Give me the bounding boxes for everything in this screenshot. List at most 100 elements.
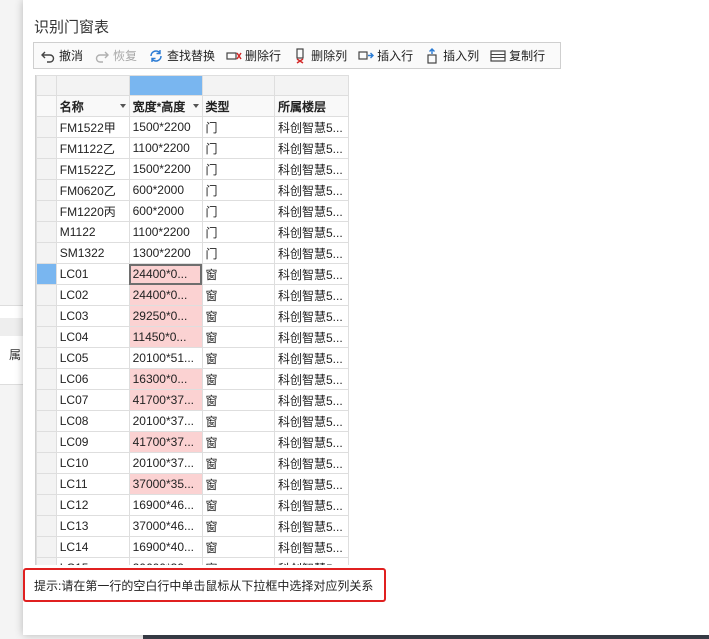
table-row[interactable]: LC12 16900*46... 窗科创智慧5... xyxy=(36,494,349,516)
row-header-cell[interactable] xyxy=(36,389,57,411)
table-row[interactable]: LC11 37000*35... 窗科创智慧5... xyxy=(36,473,349,495)
cell-floor[interactable]: 科创智慧5... xyxy=(274,389,349,411)
cell-type[interactable]: 窗 xyxy=(201,284,276,306)
cell-type[interactable]: 门 xyxy=(201,116,276,138)
cell-type[interactable]: 门 xyxy=(201,221,276,243)
row-header-cell[interactable] xyxy=(36,116,57,138)
find-replace-button[interactable]: 查找替换 xyxy=(148,45,215,67)
dropdown-arrow-icon[interactable] xyxy=(192,104,199,108)
cell-name[interactable]: LC05 xyxy=(55,347,130,369)
table-row[interactable]: LC05 20100*51... 窗科创智慧5... xyxy=(36,347,349,369)
row-header-cell[interactable] xyxy=(36,179,57,201)
cell-size[interactable]: 600*2000 xyxy=(128,179,203,201)
cell-floor[interactable]: 科创智慧5... xyxy=(274,116,349,138)
row-header-cell[interactable] xyxy=(36,242,57,264)
row-header-cell[interactable] xyxy=(36,536,57,558)
insert-col-button[interactable]: 插入列 xyxy=(424,45,479,67)
cell-type[interactable]: 门 xyxy=(201,158,276,180)
cell-size[interactable]: 11450*0... xyxy=(128,326,203,348)
cell-name[interactable]: LC08 xyxy=(55,410,130,432)
row-header-cell[interactable] xyxy=(36,158,57,180)
cell-size[interactable]: 600*2000 xyxy=(128,200,203,222)
cell-name[interactable]: LC11 xyxy=(55,473,130,495)
table-row[interactable]: LC10 20100*37... 窗科创智慧5... xyxy=(36,452,349,474)
cell-name[interactable]: FM1220丙 xyxy=(55,200,130,222)
cell-name[interactable]: LC03 xyxy=(55,305,130,327)
cell-floor[interactable]: 科创智慧5... xyxy=(274,305,349,327)
row-header-cell[interactable] xyxy=(36,452,57,474)
row-header-cell[interactable] xyxy=(36,347,57,369)
table-row[interactable]: LC01 24400*0... 窗科创智慧5... xyxy=(36,263,349,285)
table-row[interactable]: FM0620乙 600*2000 门科创智慧5... xyxy=(36,179,349,201)
cell-floor[interactable]: 科创智慧5... xyxy=(274,158,349,180)
header-cell-type[interactable]: 类型 xyxy=(201,95,276,117)
cell-size[interactable]: 16900*46... xyxy=(128,494,203,516)
table-row[interactable]: M1122 1100*2200 门科创智慧5... xyxy=(36,221,349,243)
cell-type[interactable]: 窗 xyxy=(201,452,276,474)
column-selector-cell-selected[interactable] xyxy=(128,75,203,96)
cell-name[interactable]: LC15 xyxy=(55,557,130,565)
column-selector-cell[interactable] xyxy=(55,75,130,96)
cell-size[interactable]: 16900*40... xyxy=(128,536,203,558)
cell-type[interactable]: 门 xyxy=(201,179,276,201)
cell-type[interactable]: 窗 xyxy=(201,515,276,537)
cell-type[interactable]: 窗 xyxy=(201,263,276,285)
cell-size[interactable]: 24400*0... xyxy=(128,284,203,306)
cell-size[interactable]: 16300*0... xyxy=(128,368,203,390)
cell-size[interactable]: 41700*37... xyxy=(128,389,203,411)
table-row[interactable]: FM1220丙 600*2000 门科创智慧5... xyxy=(36,200,349,222)
cell-type[interactable]: 窗 xyxy=(201,557,276,565)
table-row[interactable]: LC04 11450*0... 窗科创智慧5... xyxy=(36,326,349,348)
cell-floor[interactable]: 科创智慧5... xyxy=(274,368,349,390)
cell-name[interactable]: M1122 xyxy=(55,221,130,243)
table-grid[interactable]: 名称 宽度*高度 类型 所属楼层 FM1522甲 1500*2200 门科创智慧5.… xyxy=(35,75,349,565)
cell-floor[interactable]: 科创智慧5... xyxy=(274,200,349,222)
cell-floor[interactable]: 科创智慧5... xyxy=(274,179,349,201)
cell-floor[interactable]: 科创智慧5... xyxy=(274,137,349,159)
cell-floor[interactable]: 科创智慧5... xyxy=(274,557,349,565)
column-selector-cell[interactable] xyxy=(201,75,276,96)
cell-size[interactable]: 1300*2200 xyxy=(128,242,203,264)
cell-name[interactable]: LC10 xyxy=(55,452,130,474)
cell-size[interactable]: 20100*51... xyxy=(128,347,203,369)
cell-type[interactable]: 窗 xyxy=(201,473,276,495)
row-header-cell[interactable] xyxy=(36,200,57,222)
cell-size[interactable]: 37000*35... xyxy=(128,473,203,495)
cell-size[interactable]: 37000*46... xyxy=(128,515,203,537)
copy-row-button[interactable]: 复制行 xyxy=(490,45,545,67)
dropdown-arrow-icon[interactable] xyxy=(119,104,126,108)
cell-size[interactable]: 20600*39... xyxy=(128,557,203,565)
cell-size[interactable]: 41700*37... xyxy=(128,431,203,453)
cell-type[interactable]: 窗 xyxy=(201,389,276,411)
cell-floor[interactable]: 科创智慧5... xyxy=(274,263,349,285)
cell-floor[interactable]: 科创智慧5... xyxy=(274,494,349,516)
cell-type[interactable]: 窗 xyxy=(201,305,276,327)
cell-floor[interactable]: 科创智慧5... xyxy=(274,221,349,243)
cell-name[interactable]: LC12 xyxy=(55,494,130,516)
table-row[interactable]: FM1522乙 1500*2200 门科创智慧5... xyxy=(36,158,349,180)
cell-floor[interactable]: 科创智慧5... xyxy=(274,452,349,474)
table-row[interactable]: LC02 24400*0... 窗科创智慧5... xyxy=(36,284,349,306)
delete-row-button[interactable]: 删除行 xyxy=(226,45,281,67)
table-row[interactable]: LC09 41700*37... 窗科创智慧5... xyxy=(36,431,349,453)
cell-type[interactable]: 窗 xyxy=(201,431,276,453)
cell-name[interactable]: SM1322 xyxy=(55,242,130,264)
header-cell-size[interactable]: 宽度*高度 xyxy=(128,95,203,117)
cell-type[interactable]: 窗 xyxy=(201,410,276,432)
header-cell-floor[interactable]: 所属楼层 xyxy=(274,95,349,117)
cell-name[interactable]: FM1122乙 xyxy=(55,137,130,159)
row-header-cell[interactable] xyxy=(36,431,57,453)
cell-type[interactable]: 门 xyxy=(201,200,276,222)
cell-type[interactable]: 门 xyxy=(201,242,276,264)
undo-button[interactable]: 撤消 xyxy=(40,45,83,67)
cell-size[interactable]: 1500*2200 xyxy=(128,158,203,180)
cell-size[interactable]: 1100*2200 xyxy=(128,137,203,159)
row-header-cell[interactable] xyxy=(36,326,57,348)
cell-size[interactable]: 20100*37... xyxy=(128,410,203,432)
cell-size[interactable]: 1500*2200 xyxy=(128,116,203,138)
cell-floor[interactable]: 科创智慧5... xyxy=(274,347,349,369)
table-row[interactable]: LC06 16300*0... 窗科创智慧5... xyxy=(36,368,349,390)
cell-size[interactable]: 24400*0... xyxy=(128,263,203,285)
cell-floor[interactable]: 科创智慧5... xyxy=(274,536,349,558)
cell-name[interactable]: LC07 xyxy=(55,389,130,411)
